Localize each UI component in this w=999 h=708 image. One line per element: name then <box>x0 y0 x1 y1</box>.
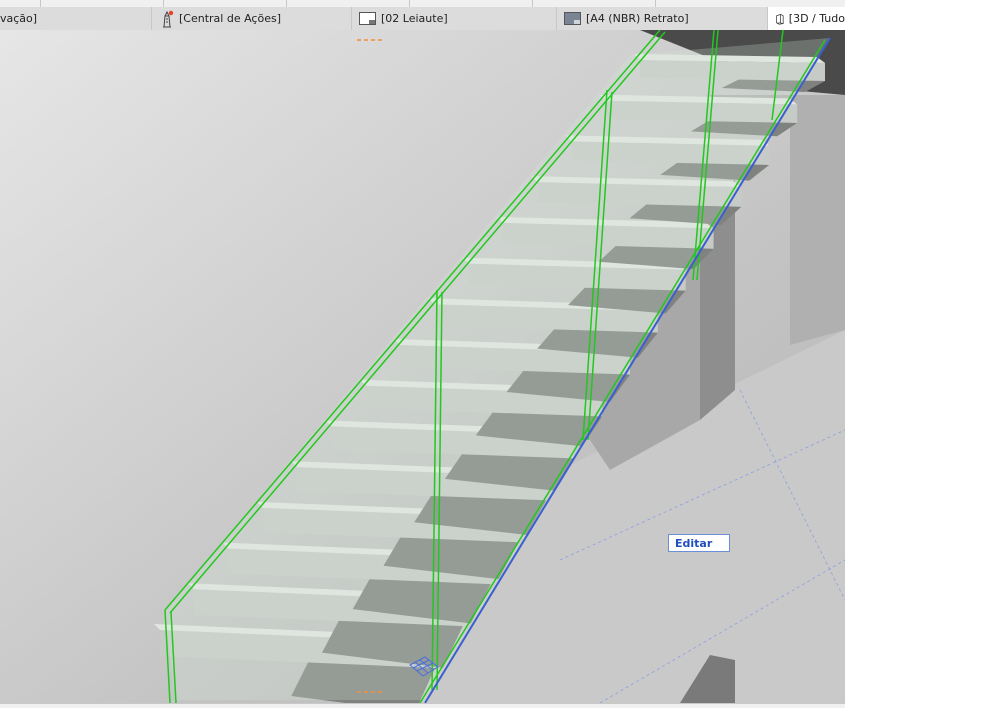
tab-action-center[interactable]: [Central de Ações] <box>152 7 352 30</box>
tab-3d-all[interactable]: [3D / Tudo <box>768 7 845 30</box>
sheet-icon <box>564 11 581 25</box>
edit-context-label[interactable]: Editar <box>668 534 730 552</box>
lighthouse-icon <box>163 10 174 27</box>
tab-label: [A4 (NBR) Retrato] <box>586 12 689 25</box>
tab-label: vação] <box>0 12 38 25</box>
layout-icon <box>359 11 376 25</box>
tab-label: [Central de Ações] <box>179 12 281 25</box>
view-tab-bar: vação] [Central de Ações] [02 Leiaute] [… <box>0 7 845 31</box>
tab-label: [02 Leiaute] <box>381 12 448 25</box>
bottom-toolbar-strip <box>0 703 845 708</box>
3d-viewport[interactable]: Editar <box>0 30 845 703</box>
3d-stair-model <box>0 30 845 703</box>
tab-sheet[interactable]: [A4 (NBR) Retrato] <box>557 7 768 30</box>
tab-label: [3D / Tudo <box>788 12 845 25</box>
edit-label-text: Editar <box>675 536 713 550</box>
tab-elevation[interactable]: vação] <box>0 7 152 30</box>
tab-layout[interactable]: [02 Leiaute] <box>352 7 557 30</box>
cube-3d-icon <box>776 13 784 25</box>
